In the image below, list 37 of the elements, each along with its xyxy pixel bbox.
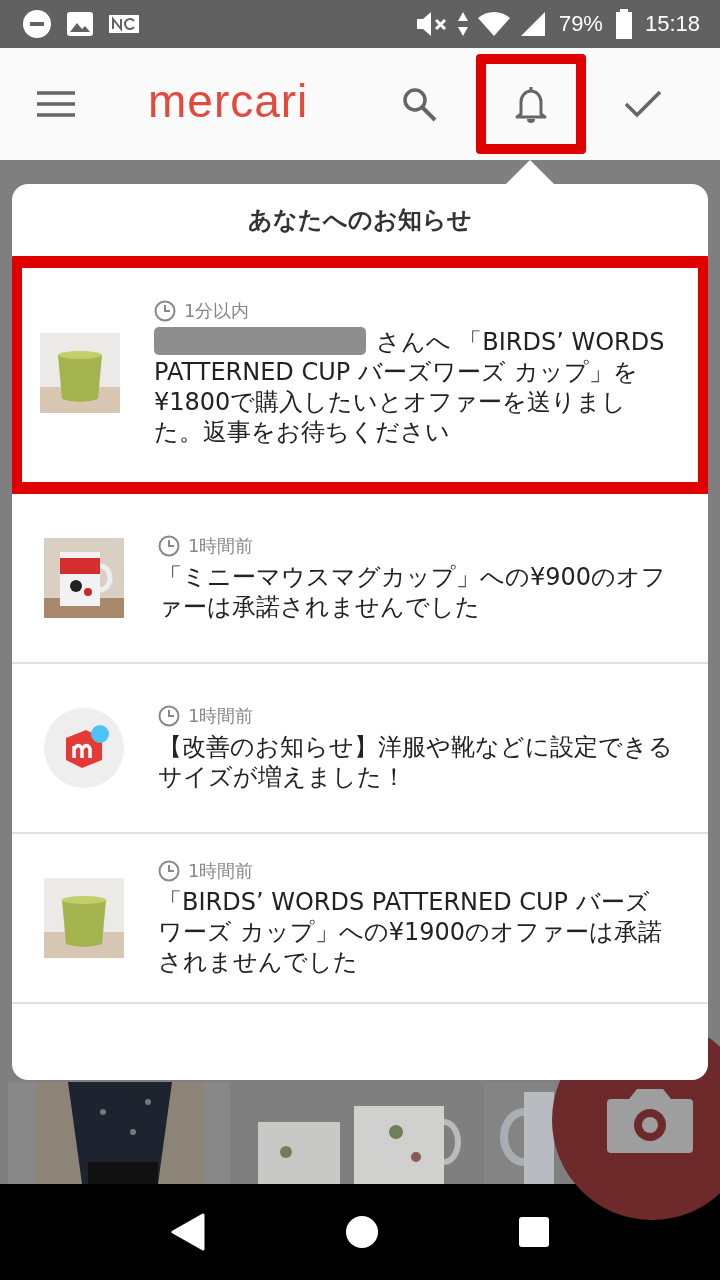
mute-icon [414, 11, 449, 37]
clock-icon [154, 300, 176, 322]
bell-icon [514, 85, 549, 123]
battery-icon [614, 9, 633, 39]
timestamp: 1時間前 [188, 704, 254, 728]
notification-message: 「BIRDS’ WORDS PATTERNED CUP バーズワーズ カップ」への¥1900のオファーは承諾されませんでした [158, 888, 662, 976]
app-logo: mercari [148, 78, 309, 129]
timestamp: 1時間前 [188, 859, 254, 883]
notification-item[interactable]: 1分以内 さんへ 「BIRDS’ WORDS PATTERNED CUP バーズワーズ カップ」を¥1800で購入したいとオファーを送りました。返事をお待ちください [12, 256, 708, 494]
menu-icon [37, 90, 75, 118]
back-button[interactable] [170, 1213, 205, 1251]
timestamp: 1分以内 [184, 299, 250, 323]
home-button[interactable] [346, 1216, 378, 1248]
panel-title: あなたへのお知らせ [247, 205, 473, 236]
clock-icon [158, 860, 180, 882]
notifications-button[interactable] [476, 54, 587, 154]
app-logo-icon [44, 708, 124, 788]
battery-level: 79% [558, 11, 603, 37]
do-not-disturb-icon [22, 9, 52, 39]
clock: 15:18 [644, 11, 700, 37]
recents-button[interactable] [519, 1217, 550, 1247]
data-arrows-icon [456, 11, 469, 37]
image-icon [66, 11, 94, 37]
clock-icon [158, 705, 180, 727]
notification-item[interactable]: 1時間前 【改善のお知らせ】洋服や靴などに設定できるサイズが増えました！ [12, 664, 708, 834]
notification-item[interactable]: 1時間前 「BIRDS’ WORDS PATTERNED CUP バーズワーズ カップ」への¥1900のオファーは承諾されませんでした [12, 834, 708, 1004]
camera-icon [607, 1087, 693, 1153]
notification-message: 【改善のお知らせ】洋服や靴などに設定できるサイズが増えました！ [158, 733, 673, 791]
notification-message: 「ミニーマウスマグカップ」への¥900のオファーは承諾されませんでした [158, 563, 667, 621]
notification-item[interactable]: 1時間前 「ミニーマウスマグカップ」への¥900のオファーは承諾されませんでした [12, 494, 708, 664]
check-icon [624, 89, 663, 119]
search-icon [401, 86, 438, 122]
nfc-icon [108, 13, 140, 35]
clock-icon [158, 535, 180, 557]
wifi-icon [476, 11, 511, 37]
timestamp: 1時間前 [188, 534, 254, 558]
notification-message: さんへ 「BIRDS’ WORDS PATTERNED CUP バーズワーズ カップ」を¥1800で購入したいとオファーを送りました。返事をお待ちください [154, 328, 665, 446]
